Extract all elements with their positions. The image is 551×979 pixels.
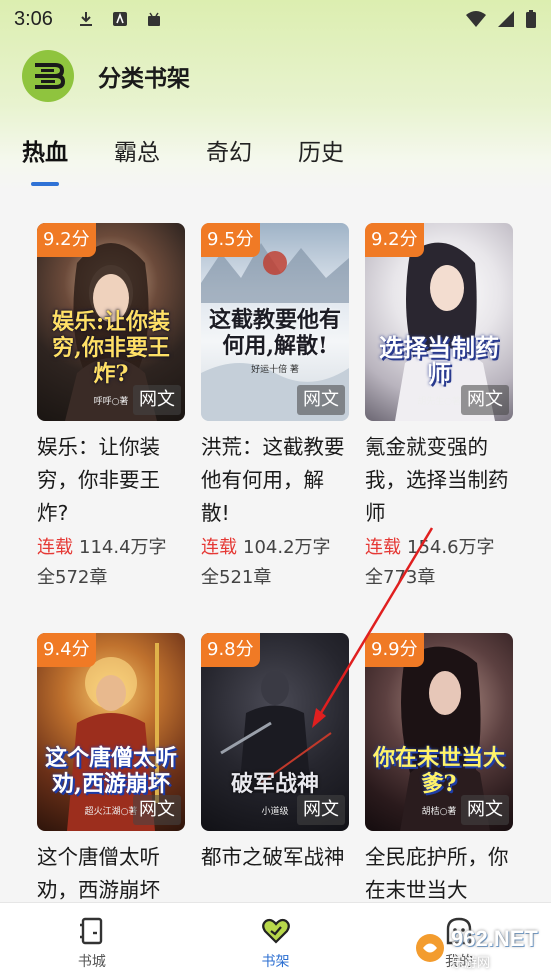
bookshelf-logo-icon bbox=[35, 63, 65, 89]
nav-label: 书城 bbox=[77, 954, 106, 970]
android-icon bbox=[147, 12, 160, 26]
book-meta: 连载 104.2万字 bbox=[201, 534, 349, 562]
chapter-count: 全572章 bbox=[37, 567, 108, 588]
book-card[interactable]: 这个唐僧太听劝,西游崩坏 超火江湖○著 9.4分 网文 这个唐僧太听劝，西游崩坏 bbox=[37, 633, 185, 902]
book-title[interactable]: 这个唐僧太听劝，西游崩坏 bbox=[37, 841, 187, 902]
book-cover[interactable]: 选择当制药师 胡先生○著 9.2分 网文 bbox=[365, 223, 513, 421]
source-tag: 网文 bbox=[297, 385, 345, 415]
app-header: 分类书架 bbox=[22, 50, 190, 102]
book-cover[interactable]: 娱乐:让你装穷,你非要王炸? 呼呼○著 9.2分 网文 bbox=[37, 223, 185, 421]
cover-title: 这截教要他有何用,解散! bbox=[209, 307, 342, 359]
book-card[interactable]: 你在末世当大爹? 胡桔○著 9.9分 网文 全民庇护所，你在末世当大 bbox=[365, 633, 513, 902]
source-tag: 网文 bbox=[133, 385, 181, 415]
book-card[interactable]: 选择当制药师 胡先生○著 9.2分 网文 氪金就变强的我，选择当制药师 连载 15… bbox=[365, 223, 513, 594]
cover-title: 选择当制药师 bbox=[379, 333, 499, 388]
word-count: 104.2万字 bbox=[243, 537, 331, 558]
book-title[interactable]: 氪金就变强的我，选择当制药师 bbox=[365, 431, 515, 530]
serial-status: 连载 bbox=[365, 537, 401, 558]
book-grid: 娱乐:让你装穷,你非要王炸? 呼呼○著 9.2分 网文 娱乐：让你装穷，你非要王… bbox=[0, 190, 551, 902]
book-cover[interactable]: 你在末世当大爹? 胡桔○著 9.9分 网文 bbox=[365, 633, 513, 831]
word-count: 154.6万字 bbox=[407, 537, 495, 558]
tab-rexue[interactable]: 热血 bbox=[22, 130, 68, 186]
chapter-count: 全521章 bbox=[201, 567, 272, 588]
bottom-navigation: 书城 书架 我的 bbox=[0, 902, 551, 979]
tab-bazong[interactable]: 霸总 bbox=[114, 130, 160, 186]
word-count: 114.4万字 bbox=[79, 537, 167, 558]
signal-icon bbox=[498, 11, 514, 27]
book-meta: 连载 154.6万字 bbox=[365, 534, 513, 562]
book-meta: 连载 114.4万字 bbox=[37, 534, 185, 562]
nav-bookshelf[interactable]: 书架 bbox=[184, 903, 368, 979]
cover-title: 破军战神 bbox=[230, 771, 319, 797]
chapter-count: 全773章 bbox=[365, 567, 436, 588]
cover-title: 这个唐僧太听劝,西游崩坏 bbox=[45, 745, 178, 797]
serial-status: 连载 bbox=[37, 537, 73, 558]
book-cover[interactable]: 这截教要他有何用,解散! 好运十倍 著 9.5分 网文 bbox=[201, 223, 349, 421]
nav-profile[interactable]: 我的 bbox=[367, 903, 551, 979]
book-card[interactable]: 破军战神 小道级 9.8分 网文 都市之破军战神 bbox=[201, 633, 349, 874]
app-logo bbox=[22, 50, 74, 102]
book-card[interactable]: 这截教要他有何用,解散! 好运十倍 著 9.5分 网文 洪荒：这截教要他有何用，… bbox=[201, 223, 349, 594]
nav-label: 书架 bbox=[261, 954, 290, 970]
book-cover[interactable]: 这个唐僧太听劝,西游崩坏 超火江湖○著 9.4分 网文 bbox=[37, 633, 185, 831]
score-badge: 9.2分 bbox=[37, 223, 96, 257]
score-badge: 9.2分 bbox=[365, 223, 424, 257]
wifi-icon bbox=[466, 11, 486, 27]
page-title: 分类书架 bbox=[98, 66, 190, 92]
score-badge: 9.8分 bbox=[201, 633, 260, 667]
source-tag: 网文 bbox=[133, 795, 181, 825]
book-cover[interactable]: 破军战神 小道级 9.8分 网文 bbox=[201, 633, 349, 831]
nav-bookstore[interactable]: 书城 bbox=[0, 903, 184, 979]
status-time: 3:06 bbox=[14, 7, 53, 30]
book-title[interactable]: 都市之破军战神 bbox=[201, 841, 351, 874]
score-badge: 9.9分 bbox=[365, 633, 424, 667]
battery-icon bbox=[526, 10, 536, 28]
profile-icon bbox=[446, 917, 472, 945]
score-badge: 9.5分 bbox=[201, 223, 260, 257]
nav-label: 我的 bbox=[445, 954, 474, 970]
source-tag: 网文 bbox=[461, 795, 509, 825]
tab-qihuan[interactable]: 奇幻 bbox=[206, 130, 252, 186]
book-title[interactable]: 洪荒：这截教要他有何用，解散! bbox=[201, 431, 351, 530]
book-title[interactable]: 娱乐：让你装穷，你非要王炸? bbox=[37, 431, 187, 530]
tab-lishi[interactable]: 历史 bbox=[298, 130, 344, 186]
source-tag: 网文 bbox=[297, 795, 345, 825]
book-title[interactable]: 全民庇护所，你在末世当大 bbox=[365, 841, 515, 902]
status-bar: 3:06 bbox=[0, 0, 551, 38]
source-tag: 网文 bbox=[461, 385, 509, 415]
cover-title: 娱乐:让你装穷,你非要王炸? bbox=[51, 309, 171, 387]
score-badge: 9.4分 bbox=[37, 633, 96, 667]
download-icon bbox=[79, 12, 92, 26]
book-icon bbox=[79, 917, 103, 945]
book-card[interactable]: 娱乐:让你装穷,你非要王炸? 呼呼○著 9.2分 网文 娱乐：让你装穷，你非要王… bbox=[37, 223, 185, 594]
serial-status: 连载 bbox=[201, 537, 237, 558]
cover-author: 好运十倍 著 bbox=[251, 365, 299, 375]
heart-bookshelf-icon bbox=[261, 918, 290, 944]
app-notification-icon bbox=[112, 12, 127, 26]
category-tabs: 热血 霸总 奇幻 历史 bbox=[0, 130, 551, 186]
cover-title: 你在末世当大爹? bbox=[373, 745, 506, 797]
